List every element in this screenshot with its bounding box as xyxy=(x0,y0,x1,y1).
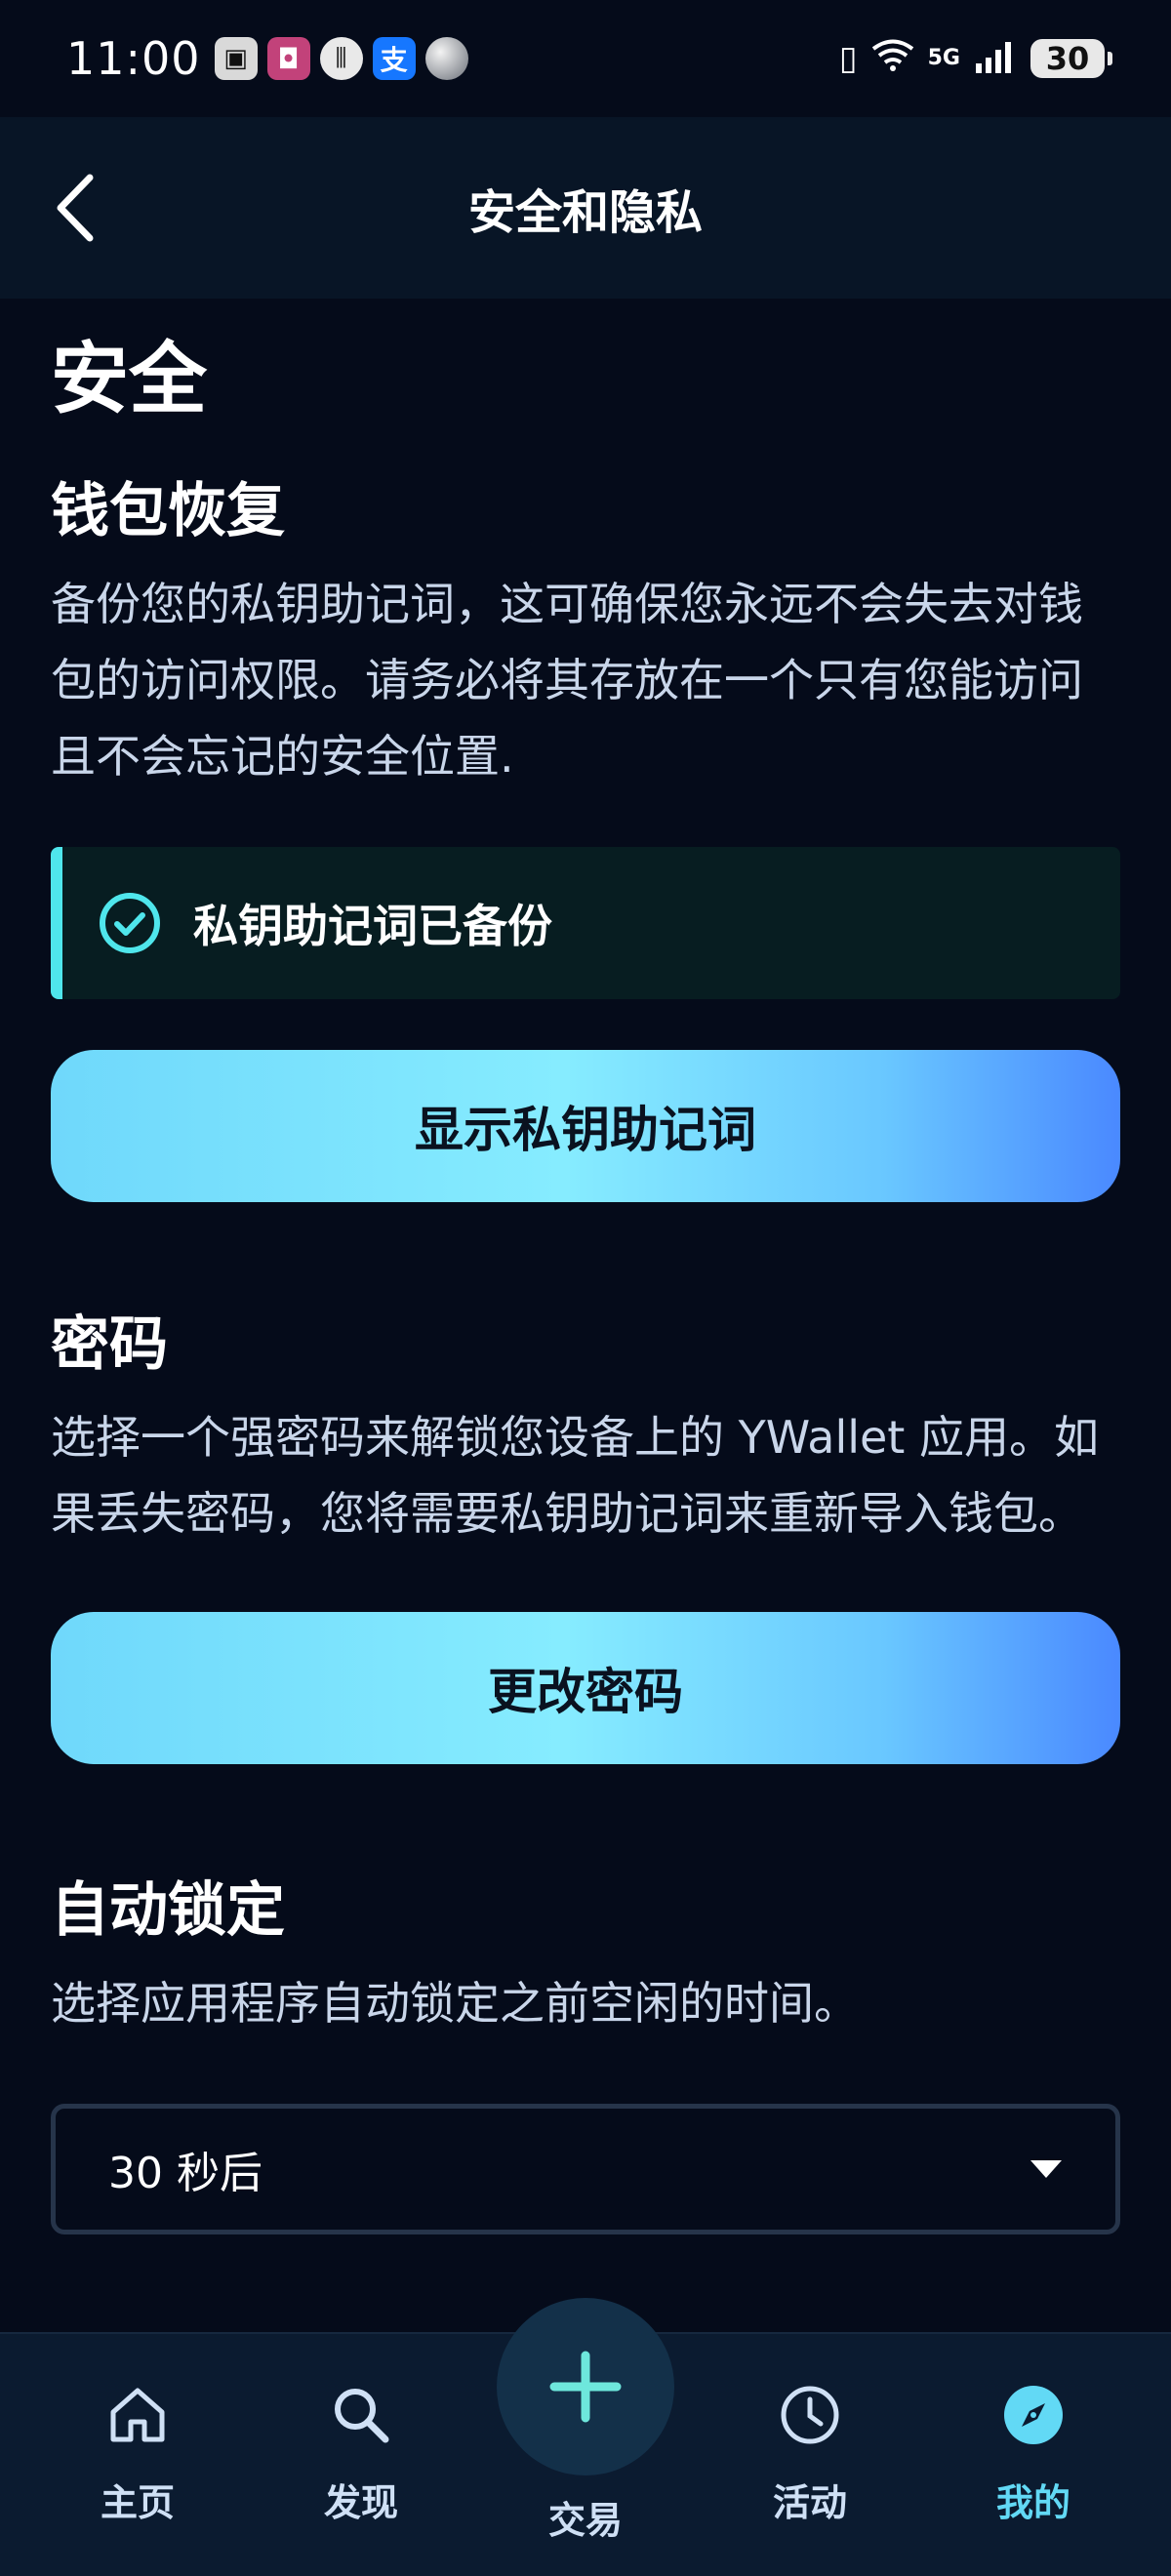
home-icon xyxy=(110,2388,165,2442)
voice-app-icon: ⦀ xyxy=(319,37,363,80)
security-privacy-screen: 11:00 ▣ ◘ ⦀ 支 ▯ 5G 30 安全和隐私 安全 钱包恢复 备份您的… xyxy=(0,0,1171,2576)
check-circle-icon xyxy=(100,893,160,953)
auto-lock-select[interactable]: 30 秒后 xyxy=(51,2104,1120,2234)
status-indicators: ▯ 5G 30 xyxy=(838,38,1112,80)
gallery-alert-icon: ▣ xyxy=(214,37,258,80)
change-password-button[interactable]: 更改密码 xyxy=(51,1612,1120,1764)
status-app-icons: ▣ ◘ ⦀ 支 xyxy=(214,37,468,80)
status-bar: 11:00 ▣ ◘ ⦀ 支 ▯ 5G 30 xyxy=(0,0,1171,117)
nav-label-mine: 我的 xyxy=(995,2481,1070,2524)
nav-item-mine[interactable]: 我的 xyxy=(946,2383,1121,2526)
back-button[interactable] xyxy=(45,169,103,247)
settings-content: 安全 钱包恢复 备份您的私钥助记词，这可确保您永远不会失去对钱包的访问权限。请务… xyxy=(0,299,1171,2234)
nav-label-activity: 活动 xyxy=(772,2481,847,2524)
status-time: 11:00 xyxy=(66,32,201,85)
password-title: 密码 xyxy=(51,1310,168,1379)
show-recovery-phrase-button[interactable]: 显示私钥助记词 xyxy=(51,1050,1120,1202)
wallet-recovery-description: 备份您的私钥助记词，这可确保您永远不会失去对钱包的访问权限。请务必将其存放在一个… xyxy=(51,578,1083,783)
compass-icon xyxy=(1004,2386,1063,2444)
trade-button[interactable] xyxy=(497,2298,674,2475)
chevron-left-icon xyxy=(57,174,94,242)
app-header: 安全和隐私 xyxy=(0,117,1171,299)
backup-status-banner: 私钥助记词已备份 xyxy=(51,847,1120,999)
signal-icon xyxy=(974,40,1017,77)
nav-item-discover[interactable]: 发现 xyxy=(273,2383,449,2526)
plus-icon xyxy=(549,2351,622,2423)
search-icon xyxy=(335,2389,389,2443)
security-heading: 安全 xyxy=(51,334,207,424)
backup-status-text: 私钥助记词已备份 xyxy=(193,900,552,952)
alipay-icon: 支 xyxy=(372,37,416,80)
wifi-icon xyxy=(871,38,914,80)
nav-item-activity[interactable]: 活动 xyxy=(722,2383,898,2526)
password-description: 选择一个强密码来解锁您设备上的 YWallet 应用。如果丢失密码，您将需要私钥… xyxy=(51,1411,1099,1540)
vibrate-icon: ▯ xyxy=(838,39,858,78)
clock-icon xyxy=(781,2386,839,2444)
sphere-app-icon xyxy=(424,37,468,80)
nav-label-home: 主页 xyxy=(100,2481,175,2524)
auto-lock-description: 选择应用程序自动锁定之前空闲的时间。 xyxy=(51,1977,859,2030)
nav-label-discover: 发现 xyxy=(323,2481,398,2524)
auto-lock-selected-value: 30 秒后 xyxy=(108,2149,262,2198)
nav-item-home[interactable]: 主页 xyxy=(50,2383,225,2526)
caret-down-icon xyxy=(1030,2160,1062,2178)
auto-lock-title: 自动锁定 xyxy=(51,1876,285,1945)
battery-indicator: 30 xyxy=(1030,39,1112,78)
wallet-recovery-title: 钱包恢复 xyxy=(51,477,285,545)
media-app-icon: ◘ xyxy=(266,37,310,80)
nav-label-trade: 交易 xyxy=(547,2499,623,2542)
network-type: 5G xyxy=(927,46,960,70)
page-title: 安全和隐私 xyxy=(467,185,703,240)
